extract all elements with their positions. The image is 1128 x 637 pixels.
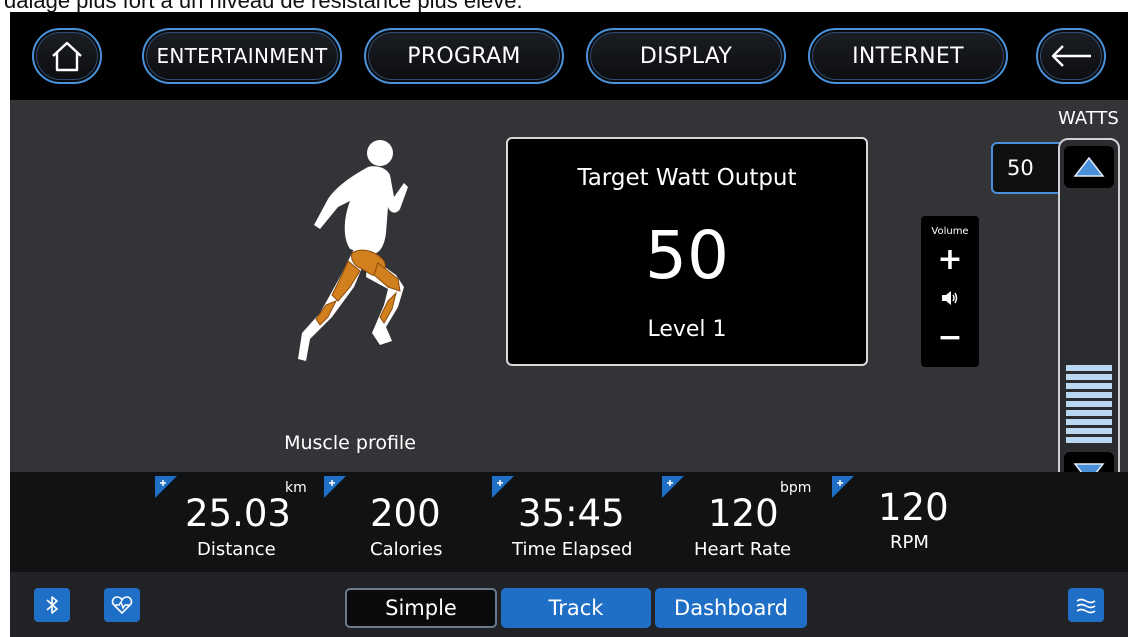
menu-button[interactable]	[1068, 588, 1104, 622]
watts-slider-fill-bar	[1066, 383, 1112, 389]
target-title: Target Watt Output	[577, 165, 797, 191]
stat-calories[interactable]: 200 Calories	[324, 472, 484, 572]
watts-slider-fill-bar	[1066, 428, 1112, 434]
nav-entertainment-button[interactable]: ENTERTAINMENT	[142, 28, 342, 84]
bluetooth-button[interactable]	[34, 588, 70, 622]
triangle-up-icon	[1073, 156, 1105, 177]
top-nav-bar: ENTERTAINMENT PROGRAM DISPLAY INTERNET	[10, 12, 1128, 100]
console-screen: ENTERTAINMENT PROGRAM DISPLAY INTERNET M…	[10, 12, 1128, 637]
target-watt-value: 50	[645, 217, 729, 294]
stat-time-elapsed[interactable]: 35:45 Time Elapsed	[492, 472, 662, 572]
stat-unit: bpm	[780, 480, 812, 496]
stat-value: 120	[878, 486, 949, 529]
stat-value: 200	[370, 492, 441, 535]
watts-slider-fill-bar	[1066, 437, 1112, 443]
view-simple-button[interactable]: Simple	[345, 588, 497, 628]
heart-rate-icon	[111, 596, 133, 615]
target-watt-panel: Target Watt Output 50 Level 1	[506, 137, 868, 366]
muscle-profile-figure	[280, 137, 430, 376]
caption-text: dalage plus fort à un niveau de résistan…	[4, 0, 523, 12]
watts-slider[interactable]	[1058, 138, 1120, 500]
target-level: Level 1	[647, 317, 727, 342]
heart-rate-button[interactable]	[104, 588, 140, 622]
nav-program-button[interactable]: PROGRAM	[364, 28, 564, 84]
home-button[interactable]	[32, 28, 102, 84]
nav-display-button[interactable]: DISPLAY	[586, 28, 786, 84]
stat-label: Calories	[370, 539, 443, 560]
watts-slider-fill-bar	[1066, 392, 1112, 398]
volume-label: Volume	[931, 226, 969, 237]
stat-value: 35:45	[518, 492, 625, 535]
stat-heart-rate[interactable]: 120 bpm Heart Rate	[662, 472, 832, 572]
watts-slider-fill-bar	[1066, 419, 1112, 425]
caption-strip: dalage plus fort à un niveau de résistan…	[0, 0, 1128, 12]
stat-label: Heart Rate	[694, 539, 792, 560]
view-dashboard-button[interactable]: Dashboard	[655, 588, 807, 628]
volume-up-button[interactable]: +	[921, 242, 979, 277]
watts-up-button[interactable]	[1064, 146, 1114, 188]
volume-down-button[interactable]: −	[921, 320, 979, 355]
bottom-bar: Simple Track Dashboard	[10, 572, 1128, 637]
stat-value: 25.03	[185, 492, 291, 535]
watts-slider-fill-bar	[1066, 410, 1112, 416]
stat-rpm[interactable]: 120 RPM	[832, 472, 992, 572]
stat-label: Distance	[197, 539, 276, 560]
wave-menu-icon	[1076, 598, 1096, 614]
watts-slider-fill-bar	[1066, 401, 1112, 407]
stat-label: RPM	[890, 532, 929, 553]
volume-control: Volume + −	[921, 216, 979, 367]
watts-slider-fill-bar	[1066, 374, 1112, 380]
watts-value-badge: 50	[991, 142, 1061, 194]
view-track-button[interactable]: Track	[501, 588, 651, 628]
muscle-profile-label: Muscle profile	[284, 432, 416, 454]
bluetooth-icon	[46, 596, 58, 614]
home-icon	[49, 39, 85, 73]
back-arrow-icon	[1049, 44, 1093, 68]
stat-value: 120	[708, 492, 779, 535]
speaker-icon	[921, 290, 979, 310]
stat-distance[interactable]: 25.03 km Distance	[155, 472, 325, 572]
nav-internet-button[interactable]: INTERNET	[808, 28, 1008, 84]
watts-slider-fill-bar	[1066, 365, 1112, 371]
watts-label: WATTS	[1058, 108, 1119, 129]
stat-label: Time Elapsed	[512, 539, 633, 560]
workout-stats-bar: 25.03 km Distance 200 Calories 35:45 Tim…	[10, 472, 1128, 572]
back-button[interactable]	[1036, 28, 1106, 84]
stat-unit: km	[285, 480, 307, 496]
